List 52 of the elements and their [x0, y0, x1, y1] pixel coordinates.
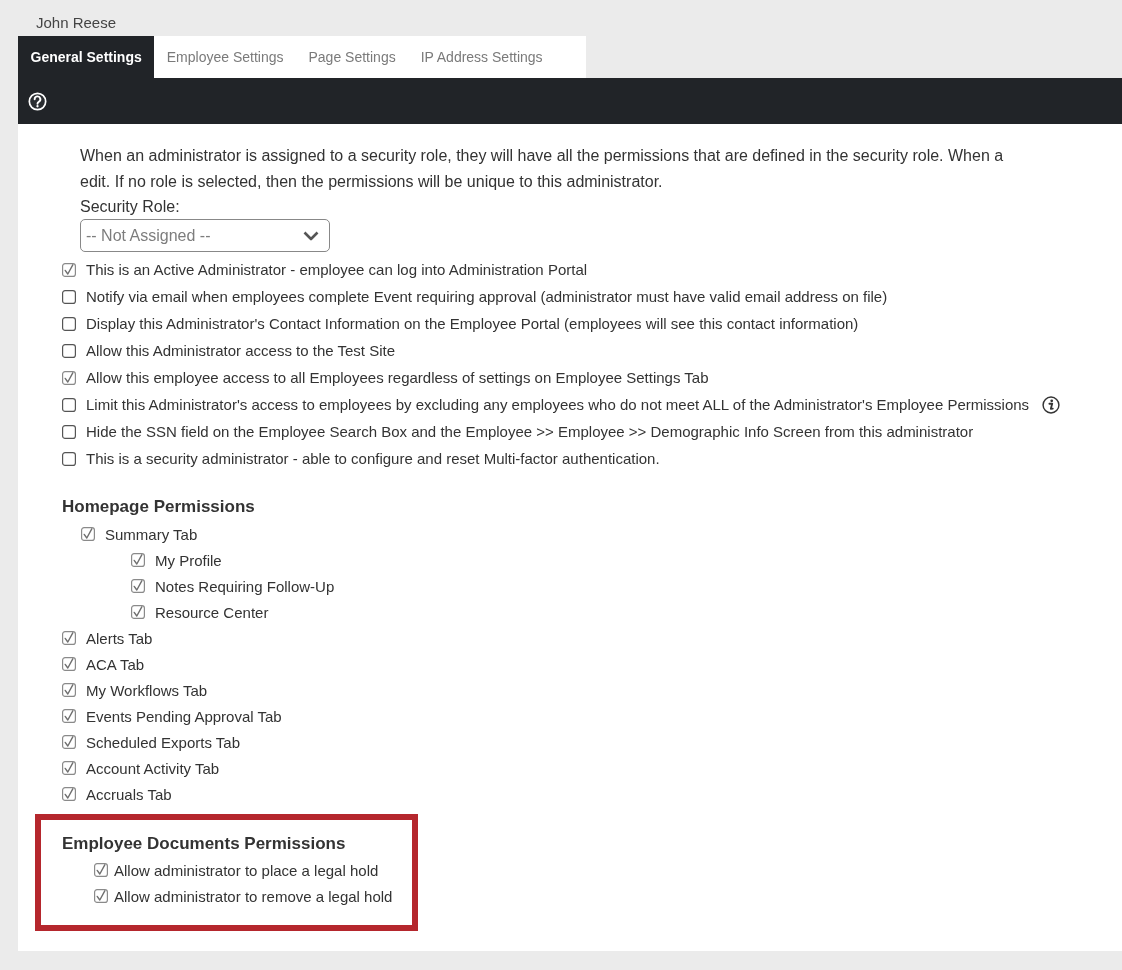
checkbox[interactable]	[62, 683, 76, 697]
checkbox-label: Events Pending Approval Tab	[86, 707, 282, 725]
checkbox-label: Hide the SSN field on the Employee Search Box and the Employee >> Employee >> Demographic Info Screen from this administrator	[86, 423, 974, 440]
checkbox[interactable]	[62, 451, 76, 466]
checkbox[interactable]	[62, 397, 76, 412]
checkbox-label: Display this Administrator's Contact Information on the Employee Portal (employees will see this contact information)	[86, 315, 859, 332]
info-icon[interactable]	[1042, 395, 1061, 414]
checkbox[interactable]	[131, 579, 145, 593]
description-text: When an administrator is assigned to a security role, they will have all the permissions that are defined in the security role. When a edit. If no role is selected, then the permissions will be unique to this administrator.	[80, 146, 1004, 192]
tab[interactable]: General Settings	[18, 36, 155, 78]
checkbox[interactable]	[62, 424, 76, 439]
checkbox-label: Notes Requiring Follow-Up	[155, 577, 335, 595]
checkbox[interactable]	[94, 889, 108, 903]
checkbox[interactable]	[62, 370, 76, 385]
checkbox-label: Allow administrator to remove a legal hold	[114, 887, 393, 905]
checkbox-label: Notify via email when employees complete Event requiring approval (administrator must have valid email address on file)	[86, 288, 888, 305]
checkbox[interactable]	[131, 605, 145, 619]
checkbox-label: Summary Tab	[105, 525, 198, 543]
checkbox-label: Allow this employee access to all Employees regardless of settings on Employee Settings Tab	[86, 369, 709, 386]
checkbox-label: Allow administrator to place a legal hold	[114, 861, 379, 879]
checkbox-label: Limit this Administrator's access to employees by excluding any employees who do not meet ALL of the Administrator's Employee Permissions	[86, 396, 1030, 413]
checkbox[interactable]	[81, 527, 95, 541]
checkbox-label: Resource Center	[155, 603, 269, 621]
checkbox-label: Alerts Tab	[86, 629, 153, 647]
checkbox[interactable]	[62, 735, 76, 749]
section-heading: Homepage Permissions	[62, 496, 255, 518]
checkbox-label: My Profile	[155, 551, 222, 569]
section-heading: Employee Documents Permissions	[62, 833, 346, 855]
security-role-select[interactable]: -- Not Assigned --	[80, 219, 330, 252]
checkbox-label: This is a security administrator - able to configure and reset Multi-factor authentication.	[86, 450, 660, 467]
checkbox[interactable]	[62, 787, 76, 801]
checkbox-label: Account Activity Tab	[86, 759, 220, 777]
field-label: Security Role:	[80, 197, 180, 217]
checkbox[interactable]	[62, 657, 76, 671]
checkbox-label: Accruals Tab	[86, 785, 172, 803]
checkbox[interactable]	[94, 863, 108, 877]
checkbox[interactable]	[62, 316, 76, 331]
checkbox-label: Allow this Administrator access to the Test Site	[86, 342, 396, 359]
checkbox-label: This is an Active Administrator - employee can log into Administration Portal	[86, 261, 588, 278]
checkbox[interactable]	[62, 631, 76, 645]
checkbox[interactable]	[131, 553, 145, 567]
chevron-down-icon	[303, 230, 319, 241]
checkbox-label: ACA Tab	[86, 655, 145, 673]
checkbox[interactable]	[62, 343, 76, 358]
checkbox-label: Scheduled Exports Tab	[86, 733, 240, 751]
user-name: John Reese	[35, 13, 117, 33]
checkbox-label: My Workflows Tab	[86, 681, 208, 699]
help-icon[interactable]	[28, 91, 47, 111]
checkbox[interactable]	[62, 761, 76, 775]
checkbox[interactable]	[62, 709, 76, 723]
checkbox[interactable]	[62, 262, 76, 277]
checkbox[interactable]	[62, 289, 76, 304]
